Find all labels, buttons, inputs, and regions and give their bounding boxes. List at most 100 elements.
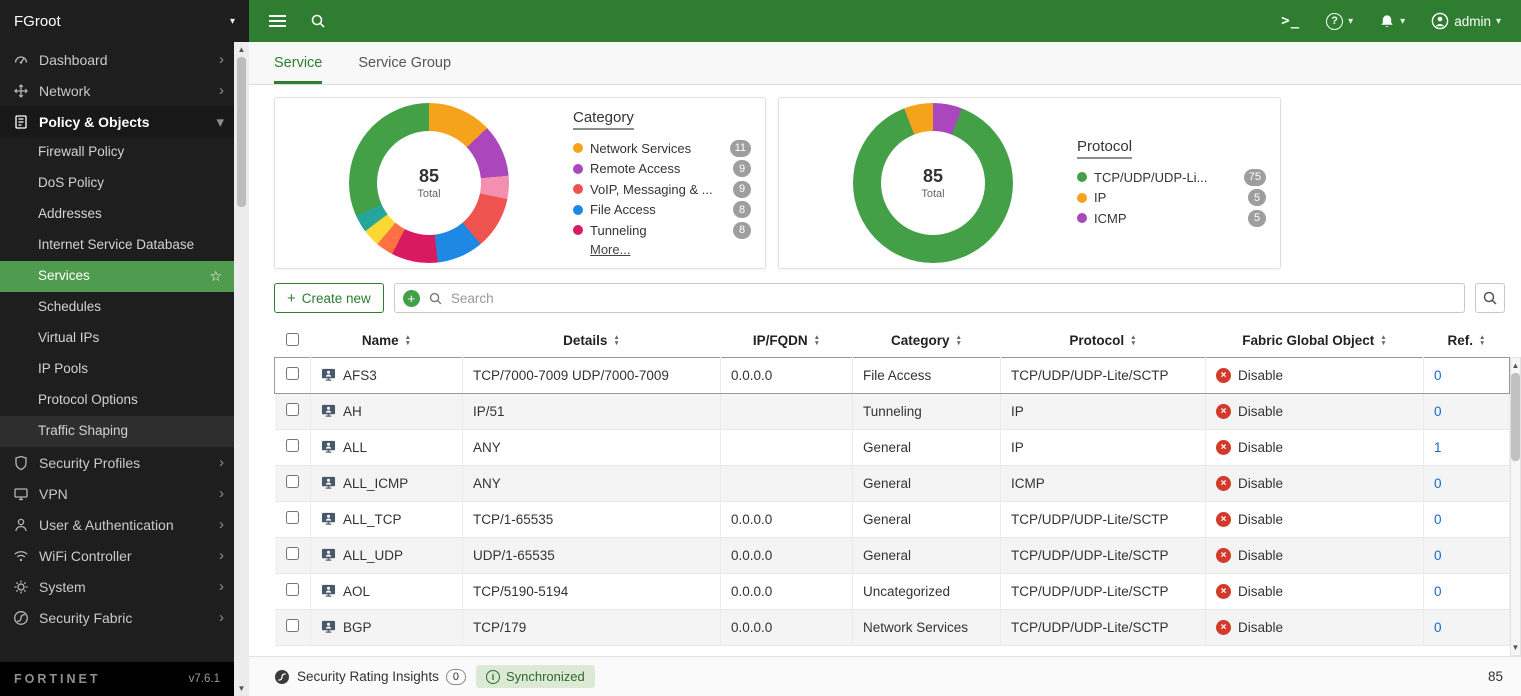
chevron-right-icon: ›: [219, 547, 224, 564]
ref-link[interactable]: 0: [1434, 620, 1442, 635]
ref-link[interactable]: 0: [1434, 404, 1442, 419]
column-header-name[interactable]: Name▲▼: [311, 325, 463, 357]
table-row[interactable]: ALL ANY General IP ×Disable 1: [275, 429, 1510, 465]
create-new-button[interactable]: + Create new: [274, 283, 384, 313]
notifications-menu[interactable]: ▾: [1379, 14, 1405, 29]
column-header-protocol[interactable]: Protocol▲▼: [1001, 325, 1206, 357]
legend-item[interactable]: Network Services 11: [573, 138, 751, 159]
ref-link[interactable]: 0: [1434, 548, 1442, 563]
legend-dot: [1077, 213, 1087, 223]
row-checkbox[interactable]: [286, 439, 299, 452]
row-checkbox[interactable]: [286, 403, 299, 416]
ref-link[interactable]: 0: [1434, 476, 1442, 491]
search-button[interactable]: [1475, 283, 1505, 313]
scroll-down-icon[interactable]: ▼: [1512, 640, 1520, 655]
category-donut-chart[interactable]: 85 Total: [349, 103, 509, 263]
sidebar-item-security-fabric[interactable]: Security Fabric ›: [0, 602, 234, 633]
ref-cell: 0: [1424, 393, 1510, 429]
table-row[interactable]: AH IP/51 Tunneling IP ×Disable 0: [275, 393, 1510, 429]
search-icon[interactable]: [310, 13, 326, 29]
search-bar[interactable]: +: [394, 283, 1465, 313]
search-input[interactable]: [451, 291, 1456, 306]
security-rating-insights[interactable]: Security Rating Insights 0: [274, 669, 466, 685]
row-checkbox[interactable]: [286, 583, 299, 596]
sidebar-item-vpn[interactable]: VPN ›: [0, 478, 234, 509]
scroll-up-icon[interactable]: ▲: [238, 42, 246, 57]
sidebar-item-services[interactable]: Services ☆: [0, 261, 234, 292]
service-icon: [321, 404, 336, 418]
sidebar-item-security-profiles[interactable]: Security Profiles ›: [0, 447, 234, 478]
row-checkbox[interactable]: [286, 511, 299, 524]
table-row[interactable]: ALL_UDP UDP/1-65535 0.0.0.0 General TCP/…: [275, 537, 1510, 573]
select-all-checkbox[interactable]: [286, 333, 299, 346]
sidebar-item-dos-policy[interactable]: DoS Policy: [0, 168, 234, 199]
legend-item[interactable]: Tunneling 8: [573, 220, 751, 241]
row-checkbox[interactable]: [286, 619, 299, 632]
legend-item[interactable]: Remote Access 9: [573, 158, 751, 179]
device-selector[interactable]: FGroot ▾: [0, 0, 249, 42]
ref-link[interactable]: 1: [1434, 440, 1442, 455]
sidebar-item-policy-objects[interactable]: Policy & Objects ▾: [0, 106, 234, 137]
cli-console-icon[interactable]: >_: [1281, 13, 1300, 29]
sync-status-badge[interactable]: i Synchronized: [476, 665, 595, 688]
table-row[interactable]: ALL_ICMP ANY General ICMP ×Disable 0: [275, 465, 1510, 501]
sidebar-item-network[interactable]: Network ›: [0, 75, 234, 106]
ref-link[interactable]: 0: [1434, 368, 1442, 383]
legend-item[interactable]: IP 5: [1077, 187, 1266, 208]
sidebar-item-traffic-shaping[interactable]: Traffic Shaping: [0, 416, 234, 447]
add-filter-button[interactable]: +: [403, 290, 420, 307]
legend-item[interactable]: VoIP, Messaging & ... 9: [573, 179, 751, 200]
legend-item[interactable]: ICMP 5: [1077, 208, 1266, 229]
table-row[interactable]: BGP TCP/179 0.0.0.0 Network Services TCP…: [275, 609, 1510, 645]
ref-link[interactable]: 0: [1434, 512, 1442, 527]
column-header-ip-fqdn[interactable]: IP/FQDN▲▼: [721, 325, 853, 357]
sidebar-item-user-authentication[interactable]: User & Authentication ›: [0, 509, 234, 540]
protocol-donut-chart[interactable]: 85 Total: [853, 103, 1013, 263]
table-header-row: Name▲▼ Details▲▼ IP/FQDN▲▼ Category▲▼ Pr…: [275, 325, 1510, 357]
sidebar-item-internet-service-database[interactable]: Internet Service Database: [0, 230, 234, 261]
sort-icon: ▲▼: [613, 335, 619, 346]
legend-count-badge: 8: [733, 222, 751, 239]
scroll-down-icon[interactable]: ▼: [238, 681, 246, 696]
legend-item[interactable]: TCP/UDP/UDP-Li... 75: [1077, 167, 1266, 188]
sidebar-item-dashboard[interactable]: Dashboard ›: [0, 44, 234, 75]
ref-link[interactable]: 0: [1434, 584, 1442, 599]
admin-menu[interactable]: admin ▾: [1431, 12, 1501, 30]
sidebar-item-ip-pools[interactable]: IP Pools: [0, 354, 234, 385]
sidebar-subitem-label: Firewall Policy: [38, 144, 124, 161]
column-header-category[interactable]: Category▲▼: [853, 325, 1001, 357]
tab-service-group[interactable]: Service Group: [358, 42, 451, 84]
legend-item[interactable]: File Access 8: [573, 199, 751, 220]
table-row[interactable]: ALL_TCP TCP/1-65535 0.0.0.0 General TCP/…: [275, 501, 1510, 537]
hamburger-menu-icon[interactable]: [269, 15, 286, 27]
tab-service[interactable]: Service: [274, 42, 322, 84]
column-header-details[interactable]: Details▲▼: [463, 325, 721, 357]
scroll-up-icon[interactable]: ▲: [1512, 358, 1520, 373]
row-checkbox[interactable]: [286, 547, 299, 560]
donut-center: 85 Total: [881, 131, 985, 235]
table-scrollbar[interactable]: ▲ ▼: [1510, 357, 1521, 656]
sidebar-item-protocol-options[interactable]: Protocol Options: [0, 385, 234, 416]
scrollbar-thumb[interactable]: [1511, 373, 1520, 461]
row-checkbox[interactable]: [286, 367, 299, 380]
column-header-ref[interactable]: Ref.▲▼: [1424, 325, 1510, 357]
help-menu[interactable]: ? ▾: [1326, 13, 1353, 30]
sidebar-item-system[interactable]: System ›: [0, 571, 234, 602]
category-cell: General: [853, 465, 1001, 501]
row-checkbox[interactable]: [286, 475, 299, 488]
legend-more-link[interactable]: More...: [590, 242, 630, 257]
sidebar-item-schedules[interactable]: Schedules: [0, 292, 234, 323]
favorite-star-icon[interactable]: ☆: [209, 268, 222, 286]
sidebar-scrollbar[interactable]: ▲ ▼: [234, 42, 249, 696]
sidebar-item-addresses[interactable]: Addresses: [0, 199, 234, 230]
column-header-fabric-global-object[interactable]: Fabric Global Object▲▼: [1206, 325, 1424, 357]
ip-fqdn-cell: 0.0.0.0: [721, 573, 853, 609]
scrollbar-thumb[interactable]: [237, 57, 246, 207]
table-row[interactable]: AOL TCP/5190-5194 0.0.0.0 Uncategorized …: [275, 573, 1510, 609]
sidebar-subitem-label: DoS Policy: [38, 175, 104, 192]
sidebar-item-firewall-policy[interactable]: Firewall Policy: [0, 137, 234, 168]
sidebar-item-wifi-controller[interactable]: WiFi Controller ›: [0, 540, 234, 571]
security-profiles-icon: [13, 455, 29, 471]
sidebar-item-virtual-ips[interactable]: Virtual IPs: [0, 323, 234, 354]
table-row[interactable]: AFS3 TCP/7000-7009 UDP/7000-7009 0.0.0.0…: [275, 357, 1510, 393]
